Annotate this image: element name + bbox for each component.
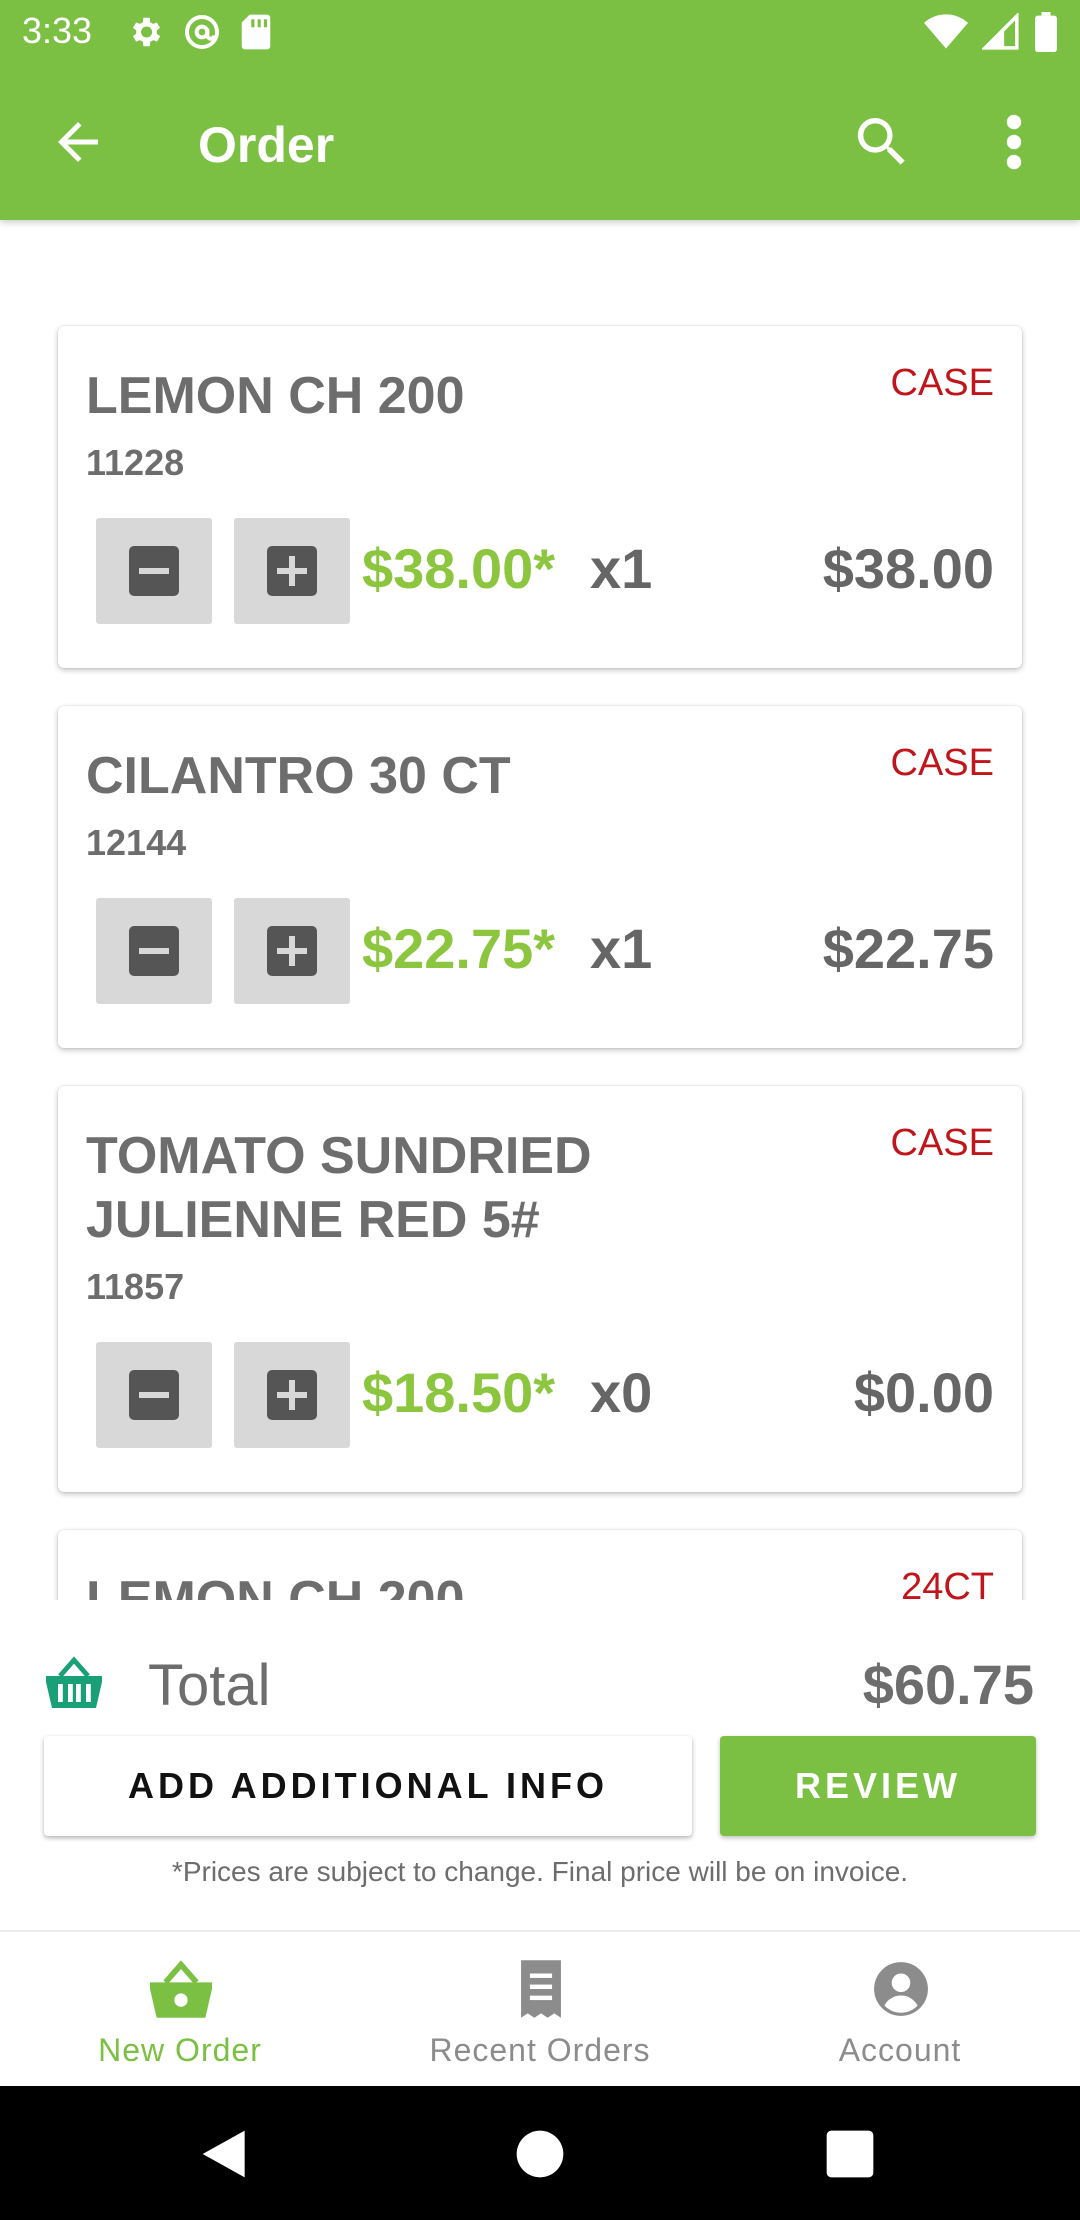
total-value: $60.75	[862, 1653, 1034, 1716]
nav-item-new-order[interactable]: New Order	[0, 1932, 360, 2086]
order-summary-panel: Total $60.75 ADD ADDITIONAL INFO REVIEW …	[0, 1600, 1080, 1932]
wifi-icon	[924, 14, 968, 49]
status-left-icons	[126, 12, 272, 52]
increase-quantity-button[interactable]	[234, 518, 350, 624]
item-price: $22.75*	[362, 917, 556, 980]
add-additional-info-button[interactable]: ADD ADDITIONAL INFO	[44, 1736, 692, 1836]
item-code: 12144	[86, 822, 187, 863]
status-time: 3:33	[22, 10, 93, 51]
item-code: 11857	[86, 1266, 185, 1307]
nav-label-account: Account	[838, 2032, 962, 2068]
settings-icon	[132, 17, 161, 47]
search-icon[interactable]	[850, 110, 914, 174]
item-unit: CASE	[890, 742, 994, 784]
item-price: $38.00*	[362, 537, 556, 600]
system-home-icon[interactable]	[512, 2126, 568, 2182]
page-title: Order	[198, 117, 335, 173]
item-price: $18.50*	[362, 1361, 556, 1424]
receipt-icon	[521, 1960, 561, 2018]
order-item-card: LEMON CH 200 11228 CASE $38.00* x1 $38.0…	[58, 326, 1022, 668]
minus-icon	[129, 926, 179, 976]
review-button[interactable]: REVIEW	[720, 1736, 1036, 1836]
increase-quantity-button[interactable]	[234, 1342, 350, 1448]
order-item-card: CILANTRO 30 CT 12144 CASE $22.75* x1 $22…	[58, 706, 1022, 1048]
item-unit: CASE	[890, 1122, 994, 1164]
item-line-total: $0.00	[853, 1361, 994, 1424]
account-icon	[874, 1962, 928, 2016]
decrease-quantity-button[interactable]	[96, 898, 212, 1004]
app-bar: Order	[0, 66, 1080, 220]
nav-item-recent-orders[interactable]: Recent Orders	[360, 1932, 720, 2086]
status-right-icons	[924, 12, 1058, 52]
back-arrow-icon[interactable]	[48, 112, 108, 172]
nav-label-new-order: New Order	[98, 2032, 262, 2068]
order-item-card: TOMATO SUNDRIED JULIENNE RED 5# 11857 CA…	[58, 1086, 1022, 1492]
item-quantity: x1	[590, 917, 653, 980]
decrease-quantity-button[interactable]	[96, 518, 212, 624]
more-options-icon[interactable]	[990, 110, 1038, 174]
item-name: CILANTRO 30 CT	[86, 747, 511, 805]
system-back-icon[interactable]	[198, 2126, 254, 2182]
item-name: LEMON CH 200	[86, 367, 465, 425]
item-unit: 24CT	[901, 1566, 994, 1600]
item-line-total: $22.75	[822, 917, 994, 980]
price-disclaimer: *Prices are subject to change. Final pri…	[171, 1856, 909, 1887]
sd-card-icon	[241, 14, 271, 50]
basket-icon	[150, 1960, 212, 2018]
order-item-list[interactable]: LEMON CH 200 11228 CASE $38.00* x1 $38.0…	[0, 220, 1080, 1600]
item-line-total: $38.00	[822, 537, 994, 600]
top-app-bar: 3:33 Order	[0, 0, 1080, 220]
item-unit: CASE	[890, 362, 994, 404]
plus-icon	[267, 926, 317, 976]
minus-icon	[129, 546, 179, 596]
bottom-navigation: New Order Recent Orders Account	[0, 1932, 1080, 2086]
item-quantity: x0	[590, 1361, 653, 1424]
plus-icon	[267, 1370, 317, 1420]
item-code: 11228	[86, 442, 185, 483]
signal-icon	[982, 13, 1019, 50]
item-name: TOMATO SUNDRIED JULIENNE RED 5#	[86, 1127, 592, 1249]
item-name: LEMON CH 200	[86, 1571, 465, 1600]
status-bar: 3:33	[0, 0, 1080, 66]
total-label: Total	[148, 1653, 271, 1718]
item-quantity: x1	[590, 537, 653, 600]
battery-icon	[1035, 12, 1057, 52]
minus-icon	[129, 1370, 179, 1420]
system-navigation-bar	[0, 2086, 1080, 2220]
plus-icon	[267, 546, 317, 596]
system-recents-icon[interactable]	[822, 2126, 878, 2182]
increase-quantity-button[interactable]	[234, 898, 350, 1004]
basket-icon	[46, 1656, 102, 1708]
order-item-card: LEMON CH 200 24CT	[58, 1530, 1022, 1600]
nav-item-account[interactable]: Account	[720, 1932, 1080, 2086]
nav-label-recent-orders: Recent Orders	[429, 2032, 651, 2068]
decrease-quantity-button[interactable]	[96, 1342, 212, 1448]
at-sign-icon	[185, 15, 219, 49]
